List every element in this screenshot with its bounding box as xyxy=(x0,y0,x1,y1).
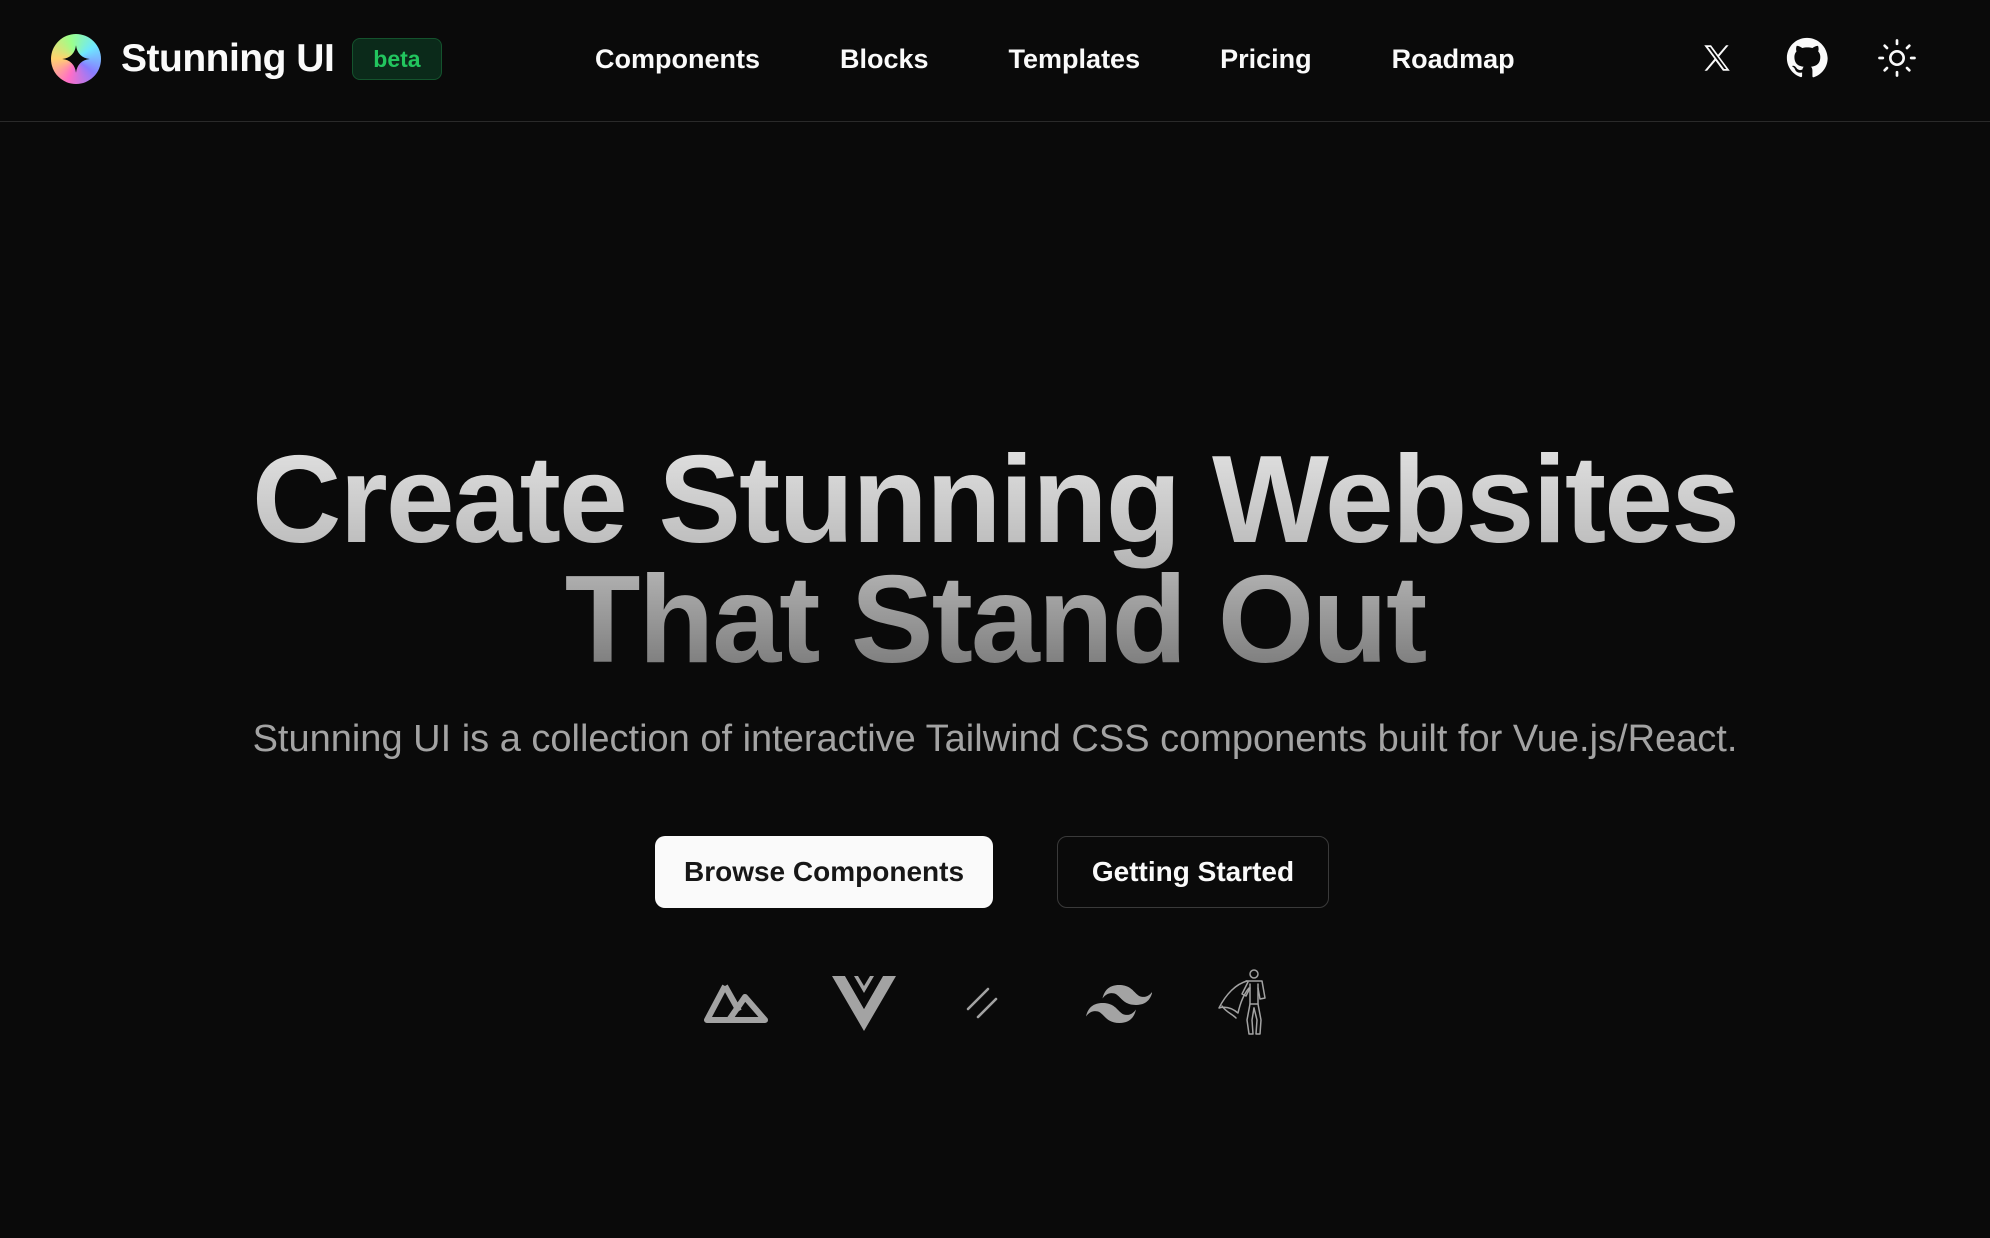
nav-templates[interactable]: Templates xyxy=(1009,44,1141,75)
tech-stack-icons xyxy=(0,968,1990,1038)
nav-roadmap[interactable]: Roadmap xyxy=(1392,44,1515,75)
hero-title: Create Stunning Websites That Stand Out xyxy=(0,440,1990,680)
getting-started-button[interactable]: Getting Started xyxy=(1057,836,1329,908)
superhero-icon xyxy=(1214,968,1280,1038)
shadcn-icon xyxy=(960,968,1004,1038)
github-icon[interactable] xyxy=(1786,34,1828,82)
hero-title-line-2: That Stand Out xyxy=(564,551,1426,689)
nav-pricing[interactable]: Pricing xyxy=(1220,44,1312,75)
sparkle-icon xyxy=(51,34,101,84)
browse-components-button[interactable]: Browse Components xyxy=(655,836,993,908)
nav-blocks[interactable]: Blocks xyxy=(840,44,929,75)
tailwind-icon xyxy=(1084,968,1154,1038)
vue-icon xyxy=(830,968,898,1038)
nuxt-icon xyxy=(700,968,772,1038)
main-nav: Components Blocks Templates Pricing Road… xyxy=(595,38,1515,80)
header-actions xyxy=(1696,34,1918,82)
x-twitter-icon[interactable] xyxy=(1696,34,1738,82)
nav-components[interactable]: Components xyxy=(595,44,760,75)
brand[interactable]: Stunning UI beta xyxy=(51,33,442,85)
hero-title-line-1: Create Stunning Websites xyxy=(251,431,1739,569)
brand-name: Stunning UI xyxy=(121,37,335,80)
site-header: Stunning UI beta Components Blocks Templ… xyxy=(0,0,1990,122)
sun-icon[interactable] xyxy=(1876,34,1918,82)
hero-subtitle: Stunning UI is a collection of interacti… xyxy=(252,718,1738,760)
beta-badge: beta xyxy=(352,38,442,80)
